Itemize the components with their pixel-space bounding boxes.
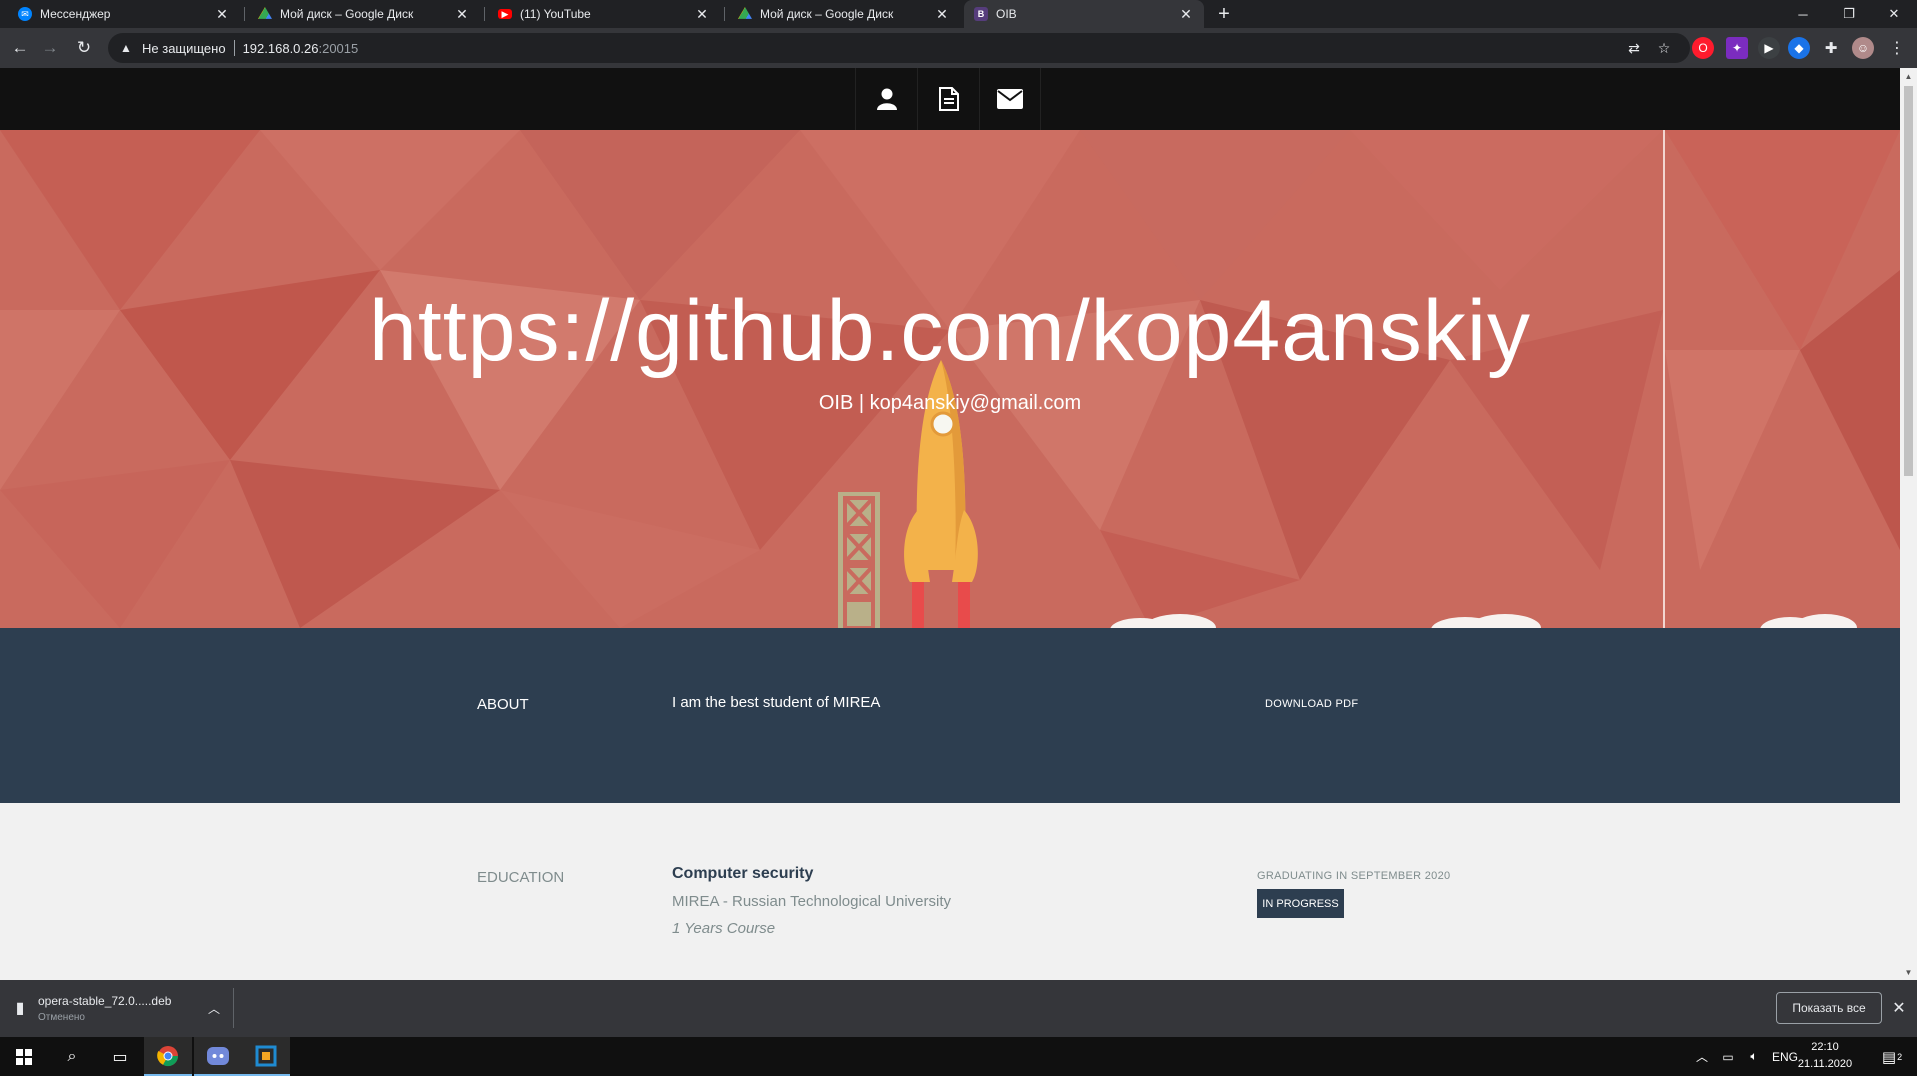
about-section: ABOUT I am the best student of MIREA DOW… [0, 628, 1900, 803]
scroll-up-arrow[interactable]: ▲ [1900, 68, 1917, 84]
google-drive-icon [738, 7, 752, 19]
youtube-icon: ▶ [498, 9, 512, 19]
hero-section: https://github.com/kop4anskiy OIB | kop4… [0, 130, 1900, 628]
file-icon: ▮ [15, 1000, 25, 1017]
task-view-icon[interactable]: ▭ [96, 1037, 144, 1076]
volume-icon[interactable]: 🔈︎ [1742, 1037, 1766, 1076]
download-pdf-link[interactable]: DOWNLOAD PDF [1265, 698, 1358, 710]
user-nav-icon[interactable] [855, 68, 917, 130]
chrome-taskbar-icon[interactable] [144, 1037, 192, 1076]
screen: ✉ Мессенджер ✕ Мой диск – Google Диск ✕ … [0, 0, 1917, 1076]
close-tab-icon[interactable]: ✕ [1178, 6, 1194, 22]
warning-icon[interactable]: ▲ [118, 40, 134, 56]
back-button[interactable]: ← [8, 36, 32, 60]
close-download-bar-icon[interactable]: ✕ [1888, 997, 1910, 1019]
status-badge: IN PROGRESS [1257, 889, 1344, 918]
degree-title: Computer security [672, 865, 814, 882]
tab-google-drive-1[interactable]: Мой диск – Google Диск ✕ [248, 0, 480, 28]
download-file-name: opera-stable_72.0.....deb [38, 993, 172, 1008]
tab-oib-active[interactable]: B OIB ✕ [964, 0, 1204, 28]
scroll-down-arrow[interactable]: ▼ [1900, 964, 1917, 980]
site-nav [0, 68, 1900, 130]
document-nav-icon[interactable] [917, 68, 979, 130]
opera-extension-icon[interactable]: O [1692, 37, 1714, 59]
messenger-icon: ✉ [18, 7, 32, 21]
tab-youtube[interactable]: ▶ (11) YouTube ✕ [488, 0, 720, 28]
forward-button[interactable]: → [38, 36, 62, 60]
translate-icon[interactable]: ⇄ [1622, 33, 1646, 63]
close-tab-icon[interactable]: ✕ [214, 6, 230, 22]
education-section: EDUCATION Computer security MIREA - Russ… [0, 803, 1900, 980]
bootstrap-icon: B [974, 7, 988, 21]
show-all-downloads-button[interactable]: Показать все [1776, 992, 1882, 1024]
reload-button[interactable]: ↻ [72, 36, 96, 60]
download-bar: ▮ opera-stable_72.0.....deb Отменено ︿ П… [0, 980, 1917, 1037]
hero-subtitle: OIB | kop4anskiy@gmail.com [818, 392, 1082, 414]
close-tab-icon[interactable]: ✕ [454, 6, 470, 22]
scrollbar-thumb[interactable] [1904, 86, 1913, 476]
envelope-nav-icon[interactable] [979, 68, 1041, 130]
media-extension-icon[interactable]: ▶ [1758, 37, 1780, 59]
windows-start-icon[interactable] [0, 1037, 48, 1076]
download-status: Отменено [38, 1011, 85, 1023]
url-host: 192.168.0.26 [242, 40, 319, 56]
chevron-up-icon[interactable]: ︿ [204, 998, 224, 1018]
extension-icon[interactable]: ✦ [1726, 37, 1748, 59]
extensions-puzzle-icon[interactable]: ✚ [1820, 37, 1842, 59]
discord-taskbar-icon[interactable] [194, 1037, 242, 1076]
virtualbox-taskbar-icon[interactable] [242, 1037, 290, 1076]
bookmark-star-icon[interactable]: ☆ [1652, 33, 1676, 63]
university-name: MIREA - Russian Technological University [672, 893, 952, 910]
tab-messenger[interactable]: ✉ Мессенджер ✕ [8, 0, 240, 28]
tab-google-drive-2[interactable]: Мой диск – Google Диск ✕ [728, 0, 960, 28]
tab-strip: ✉ Мессенджер ✕ Мой диск – Google Диск ✕ … [0, 0, 1917, 28]
security-status[interactable]: Не защищено [142, 41, 226, 56]
close-tab-icon[interactable]: ✕ [694, 6, 710, 22]
vpn-extension-icon[interactable]: ◆ [1788, 37, 1810, 59]
minimize-button[interactable]: ─ [1780, 0, 1826, 28]
clock-date: 21.11.2020 [1797, 1058, 1853, 1070]
address-bar[interactable]: ▲ Не защищено 192.168.0.26:20015 ⇄ ☆ [108, 33, 1690, 63]
about-label: ABOUT [477, 696, 529, 713]
clock-time: 22:10 [1811, 1041, 1839, 1053]
new-tab-button[interactable]: + [1212, 2, 1236, 26]
about-text: I am the best student of MIREA [672, 694, 881, 711]
web-page: https://github.com/kop4anskiy OIB | kop4… [0, 68, 1900, 980]
network-icon[interactable]: ▭ [1716, 1037, 1740, 1076]
url-port: :20015 [318, 40, 359, 56]
graduation-date: GRADUATING IN SEPTEMBER 2020 [1257, 870, 1451, 882]
close-window-button[interactable]: ✕ [1871, 0, 1917, 28]
tray-chevron-icon[interactable]: ︿ [1690, 1037, 1714, 1076]
notifications-icon[interactable]: ▤ 2 [1872, 1037, 1912, 1076]
browser-toolbar: ← → ↻ ▲ Не защищено 192.168.0.26:20015 ⇄… [0, 28, 1917, 68]
avatar[interactable]: ☺ [1852, 37, 1874, 59]
google-drive-icon [258, 7, 272, 19]
restore-button[interactable]: ❐ [1826, 0, 1872, 28]
hero-title: https://github.com/kop4anskiy [369, 283, 1531, 379]
taskbar: ⌕ ▭ ︿ ▭ 🔈︎ ENG 22:10 21.11.2020 ▤ 2 [0, 1037, 1917, 1076]
course-duration: 1 Years Course [672, 920, 776, 937]
page-scrollbar[interactable]: ▲ ▼ [1900, 68, 1917, 980]
education-label: EDUCATION [477, 869, 565, 886]
search-icon[interactable]: ⌕ [48, 1037, 96, 1076]
notification-count: 2 [1897, 1051, 1903, 1062]
clock[interactable]: 22:10 21.11.2020 [1790, 1039, 1860, 1073]
download-item[interactable]: ▮ opera-stable_72.0.....deb Отменено ︿ [12, 988, 232, 1028]
menu-icon[interactable]: ⋮ [1886, 37, 1908, 59]
close-tab-icon[interactable]: ✕ [934, 6, 950, 22]
